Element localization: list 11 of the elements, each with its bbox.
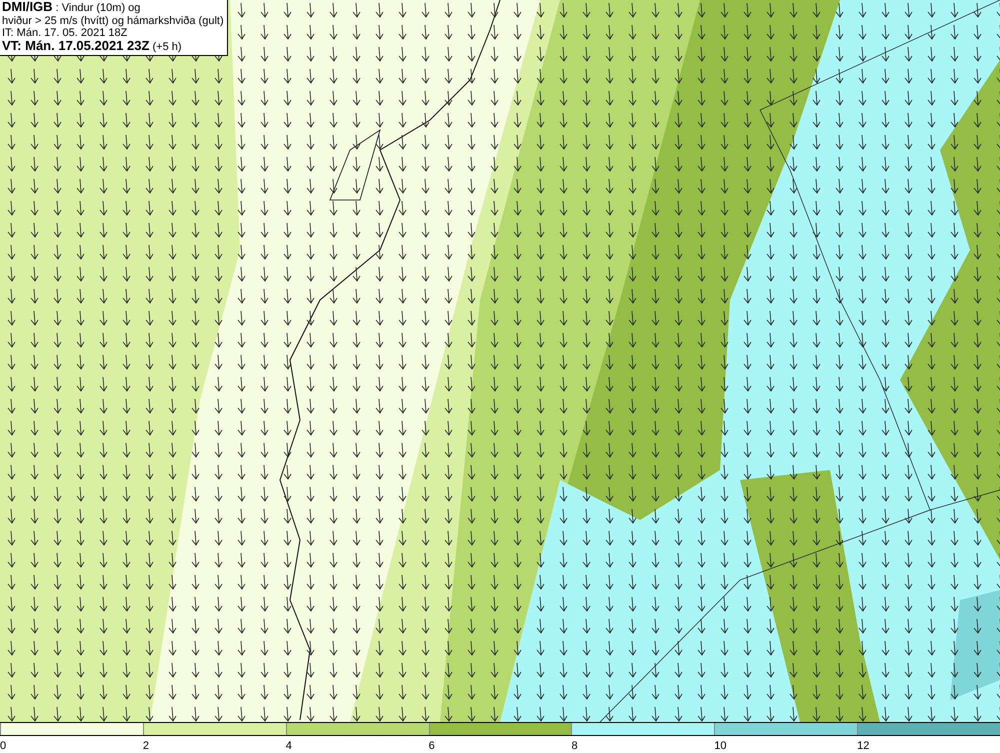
legend-label: 6 xyxy=(428,740,435,752)
caption-line: DMI/IGB : Vindur (10m) og xyxy=(2,1,142,14)
legend-label: 8 xyxy=(571,740,578,752)
legend-label: 0 xyxy=(0,740,6,752)
legend-label: 10 xyxy=(714,740,727,752)
caption-line: IT: Mán. 17. 05. 2021 18Z xyxy=(2,27,128,40)
legend-label: 2 xyxy=(142,740,149,752)
caption-line: hviður > 25 m/s (hvítt) og hámarkshviða (gult) xyxy=(2,14,224,27)
legend-label: 4 xyxy=(286,740,292,752)
caption-line: VT: Mán. 17.05.2021 23Z (+5 h) xyxy=(2,40,183,53)
legend-label: 12 xyxy=(857,740,870,752)
